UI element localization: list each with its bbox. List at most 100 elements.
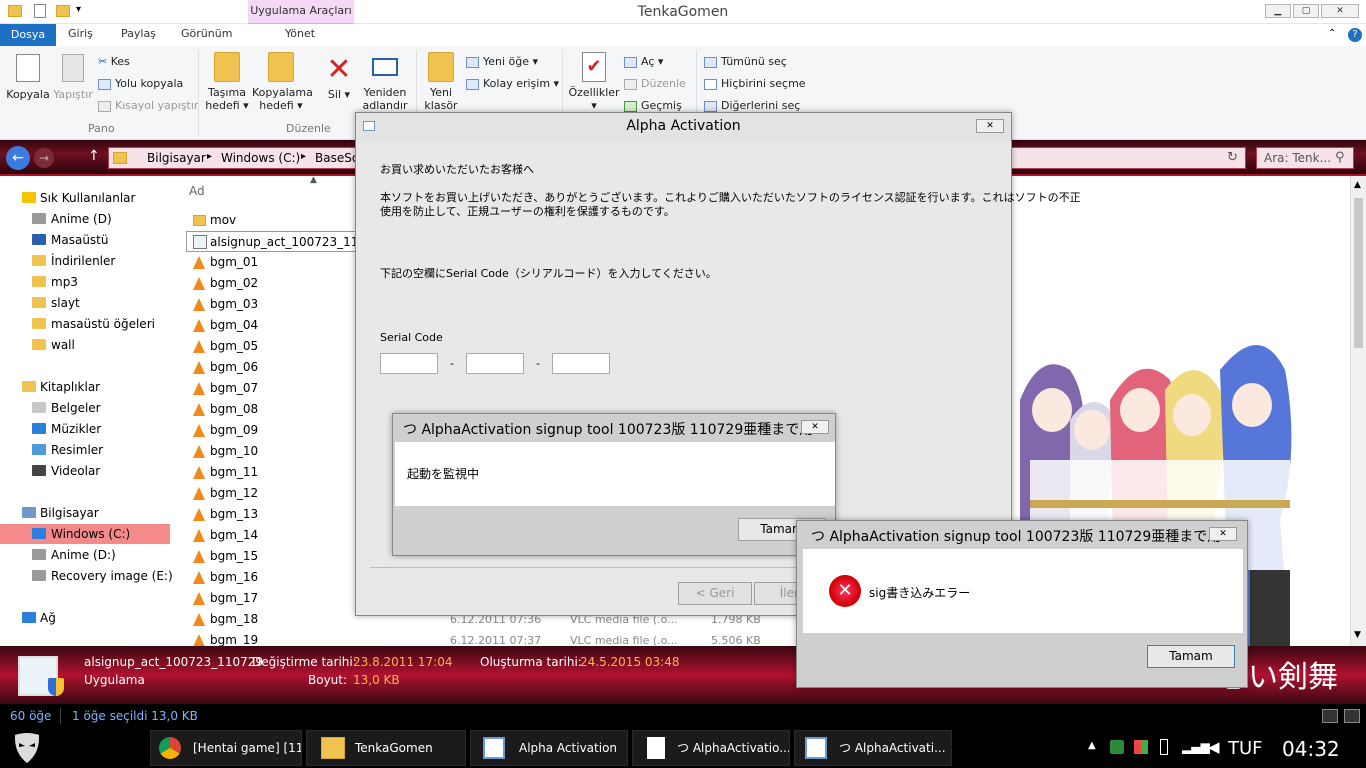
- up-arrow-icon[interactable]: ↑: [88, 148, 100, 164]
- body-text-line2: 使用を防止して、正規ユーザーの権利を保護するものです。: [380, 205, 675, 218]
- copy-path-button[interactable]: Yolu kopyala: [98, 77, 183, 90]
- tray-app-icon[interactable]: [1110, 740, 1124, 754]
- nav-item[interactable]: Windows (C:): [0, 524, 170, 544]
- vertical-scrollbar[interactable]: ▲ ▼: [1350, 176, 1366, 646]
- nav-item[interactable]: Bilgisayar: [0, 503, 176, 523]
- help-icon[interactable]: ?: [1348, 28, 1362, 42]
- nav-item[interactable]: Kitaplıklar: [0, 377, 176, 397]
- nav-item[interactable]: masaüstü öğeleri: [0, 314, 176, 334]
- taskbar-item-signup-2[interactable]: つ AlphaActivati...: [794, 730, 952, 766]
- file-name: bgm_14: [210, 528, 259, 542]
- tab-share[interactable]: Paylaş: [121, 27, 156, 40]
- select-all-button[interactable]: Tümünü seç: [704, 55, 787, 68]
- nav-item[interactable]: İndirilenler: [0, 251, 176, 271]
- size-value: 13,0 KB: [353, 673, 400, 687]
- nav-item[interactable]: Belgeler: [0, 398, 176, 418]
- forward-arrow-icon[interactable]: →: [34, 148, 54, 168]
- tab-file[interactable]: Dosya: [0, 24, 56, 46]
- cut-button[interactable]: ✂ Kes: [98, 55, 130, 68]
- details-view-icon[interactable]: [1322, 709, 1338, 723]
- tray-overflow-icon[interactable]: ▲: [1088, 740, 1096, 751]
- scroll-down-icon[interactable]: ▼: [1354, 630, 1361, 640]
- copy-to-button[interactable]: Kopyalama hedefi ▾: [252, 52, 313, 112]
- taskbar-item-explorer[interactable]: TenkaGomen: [306, 730, 466, 766]
- serial-field-3[interactable]: [552, 353, 610, 374]
- nav-item[interactable]: Sık Kullanılanlar: [0, 188, 176, 208]
- breadcrumb-computer[interactable]: Bilgisayar: [147, 151, 206, 165]
- drive-icon: [32, 549, 46, 560]
- search-input[interactable]: Ara: Tenk... ⚲: [1256, 147, 1354, 169]
- cut-label: Kes: [110, 55, 130, 68]
- taskbar-item-signup-1[interactable]: つ AlphaActivatio...: [632, 730, 790, 766]
- nav-item[interactable]: Videolar: [0, 461, 176, 481]
- tray-power-icon[interactable]: [1160, 739, 1168, 755]
- open-button[interactable]: Aç ▾: [624, 55, 663, 68]
- nav-item[interactable]: Müzikler: [0, 419, 176, 439]
- network-signal-icon[interactable]: ▂▄▆: [1182, 740, 1210, 754]
- paste-shortcut-button[interactable]: Kısayol yapıştır: [98, 99, 198, 112]
- start-mask-icon[interactable]: [10, 731, 44, 765]
- scroll-up-icon[interactable]: ▲: [1354, 180, 1361, 190]
- size-label: Boyut:: [308, 673, 348, 687]
- edit-button[interactable]: Düzenle: [624, 77, 686, 90]
- file-row[interactable]: alsignup_act_100723_110729: [186, 231, 389, 252]
- back-button[interactable]: < Geri: [678, 582, 752, 605]
- serial-field-1[interactable]: [380, 353, 438, 374]
- new-folder-button[interactable]: Yeni klasör: [420, 52, 462, 112]
- move-to-button[interactable]: Taşıma hedefi ▾: [204, 52, 250, 112]
- new-item-button[interactable]: Yeni öğe ▾: [466, 55, 538, 68]
- breadcrumb-drive[interactable]: Windows (C:): [221, 151, 300, 165]
- volume-icon[interactable]: ◀: [1208, 738, 1220, 756]
- serial-field-2[interactable]: [466, 353, 524, 374]
- invert-selection-button[interactable]: Diğerlerini seç: [704, 99, 800, 112]
- large-icons-view-icon[interactable]: [1344, 709, 1360, 723]
- tab-view[interactable]: Görünüm: [181, 27, 232, 40]
- tab-manage[interactable]: Yönet: [285, 27, 315, 40]
- search-icon[interactable]: ⚲: [1335, 150, 1345, 165]
- rename-button[interactable]: Yeniden adlandır: [360, 52, 410, 112]
- delete-button[interactable]: ✕ Sil ▾: [322, 52, 356, 101]
- chevron-up-icon[interactable]: ⌃: [1328, 28, 1336, 39]
- maximize-button[interactable]: ▢: [1293, 4, 1319, 18]
- window-app-icon: [483, 737, 505, 759]
- nav-item[interactable]: Recovery image (E:): [0, 566, 176, 586]
- error-ok-button[interactable]: Tamam: [1147, 645, 1235, 668]
- close-button[interactable]: ✕: [1321, 4, 1359, 18]
- nav-item[interactable]: Anime (D): [0, 209, 176, 229]
- tray-flag-icon[interactable]: [1134, 740, 1148, 754]
- scroll-thumb[interactable]: [1354, 198, 1363, 348]
- paste-button[interactable]: Yapıştır: [52, 54, 94, 101]
- nav-item[interactable]: slayt: [0, 293, 176, 313]
- history-button[interactable]: Geçmiş: [624, 99, 682, 112]
- alpha-activation-close-button[interactable]: ✕: [976, 119, 1004, 133]
- signup-dialog-close-button[interactable]: ✕: [801, 420, 829, 434]
- nav-item[interactable]: Anime (D:): [0, 545, 176, 565]
- properties-button[interactable]: ✔ Özellikler ▾: [566, 52, 622, 112]
- new-folder-label: Yeni klasör: [424, 86, 458, 112]
- refresh-icon[interactable]: ↻: [1227, 150, 1238, 165]
- navigation-pane: Sık Kullanılanlar Anime (D) Masaüstü İndiri…: [0, 176, 176, 646]
- tab-home[interactable]: Giriş: [68, 27, 93, 40]
- minimize-button[interactable]: ▁: [1265, 4, 1291, 18]
- clock[interactable]: 04:32: [1282, 737, 1340, 761]
- error-dialog-close-button[interactable]: ✕: [1209, 527, 1237, 541]
- taskbar-item-alpha-activation[interactable]: Alpha Activation: [470, 730, 628, 766]
- copy-button[interactable]: Kopyala: [6, 54, 50, 101]
- back-arrow-icon[interactable]: ←: [6, 146, 30, 170]
- input-language[interactable]: TUF: [1228, 738, 1263, 759]
- delete-label: Sil: [327, 88, 342, 101]
- easy-access-button[interactable]: Kolay erişim ▾: [466, 77, 559, 90]
- column-header-name[interactable]: Ad: [189, 184, 205, 198]
- nav-item[interactable]: Resimler: [0, 440, 176, 460]
- search-placeholder: Ara: Tenk...: [1264, 151, 1332, 165]
- nav-item[interactable]: wall: [0, 335, 176, 355]
- vlc-cone-icon: [193, 466, 205, 479]
- nav-item[interactable]: mp3: [0, 272, 176, 292]
- select-none-button[interactable]: Hiçbirini seçme: [704, 77, 806, 90]
- open-label: Aç: [641, 55, 655, 68]
- select-all-label: Tümünü seç: [721, 55, 787, 68]
- folder-icon: [321, 737, 345, 759]
- taskbar-item-chrome[interactable]: [Hentai game] [11...: [150, 730, 302, 766]
- nav-item[interactable]: Ağ: [0, 608, 176, 628]
- nav-item[interactable]: Masaüstü: [0, 230, 176, 250]
